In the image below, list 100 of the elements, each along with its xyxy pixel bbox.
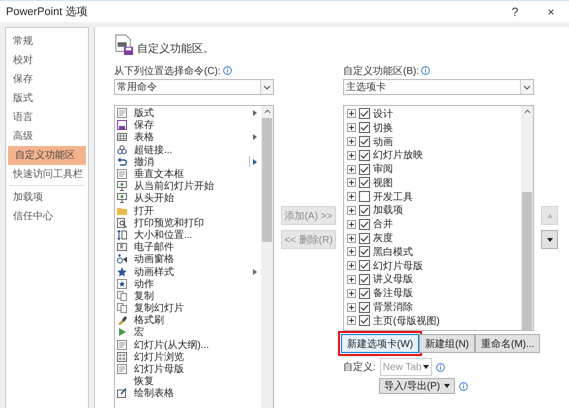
tab-item[interactable]: 合并: [373, 217, 393, 232]
checkbox[interactable]: [359, 288, 370, 299]
command-item[interactable]: 垂直文本框: [115, 168, 261, 180]
checkbox[interactable]: [359, 232, 370, 244]
ribbon-dropdown[interactable]: 主选项卡: [343, 79, 534, 95]
action-button[interactable]: 新建选项卡(W): [341, 334, 420, 353]
sidebar-item[interactable]: 快速访问工具栏: [6, 165, 88, 184]
sidebar-item[interactable]: 信任中心: [6, 207, 88, 226]
slide-icon: [117, 193, 127, 204]
command-item[interactable]: 格式刷: [115, 314, 261, 326]
sidebar-item[interactable]: 保存: [6, 70, 88, 89]
command-item[interactable]: 大小和位置...: [115, 228, 261, 242]
sidebar-item[interactable]: 加载项: [6, 188, 88, 207]
tab-item[interactable]: 黑白模式: [373, 244, 413, 259]
command-item[interactable]: 超链接...: [115, 144, 261, 156]
command-item[interactable]: 幻灯片母版: [115, 362, 261, 376]
command-item[interactable]: 打开: [115, 204, 261, 217]
import-export-button[interactable]: 导入/导出(P): [379, 378, 456, 394]
commands-dropdown[interactable]: 常用命令: [114, 79, 274, 95]
expand-icon[interactable]: [347, 288, 356, 298]
doc-icon: [117, 340, 127, 350]
tab-item[interactable]: 设计: [373, 106, 393, 121]
expand-icon[interactable]: [347, 274, 356, 284]
move-down-button[interactable]: [541, 230, 558, 249]
command-item[interactable]: 保存: [115, 119, 261, 132]
checkbox[interactable]: [359, 177, 370, 188]
tab-item[interactable]: 备注母版: [373, 286, 413, 300]
command-item[interactable]: 撤消: [115, 156, 261, 168]
expand-icon[interactable]: [347, 150, 356, 160]
expand-icon[interactable]: [347, 178, 356, 188]
tab-item[interactable]: 灰度: [373, 231, 393, 246]
command-item[interactable]: 版式: [115, 107, 261, 120]
checkbox[interactable]: [359, 136, 370, 147]
command-item[interactable]: 复制: [115, 290, 261, 302]
sidebar-item[interactable]: 语言: [6, 108, 88, 127]
checkbox[interactable]: [359, 204, 370, 216]
checkbox[interactable]: [359, 315, 370, 326]
expand-icon[interactable]: [347, 123, 356, 132]
help-button[interactable]: ?: [497, 2, 533, 22]
close-button[interactable]: ×: [533, 2, 569, 22]
command-item[interactable]: 绘制表格: [115, 387, 261, 400]
checkbox[interactable]: [359, 246, 370, 258]
tab-item[interactable]: 幻灯片母版: [373, 258, 423, 273]
action-button[interactable]: 新建组(N): [419, 334, 475, 353]
checkbox[interactable]: [359, 191, 370, 202]
checkbox[interactable]: [359, 164, 370, 175]
command-item[interactable]: 打印预览和打印: [115, 216, 261, 229]
command-item[interactable]: 宏: [115, 326, 261, 339]
command-item[interactable]: 幻灯片浏览: [115, 350, 261, 363]
scrollbar[interactable]: [521, 106, 533, 330]
commands-label: 从下列位置选择命令(C):: [114, 64, 221, 78]
checkbox[interactable]: [359, 274, 370, 285]
command-item[interactable]: 动作: [115, 278, 261, 290]
expand-icon[interactable]: [347, 316, 356, 326]
tab-item[interactable]: 幻灯片放映: [373, 148, 423, 162]
tab-item[interactable]: 视图: [373, 176, 393, 190]
copy-icon: [117, 290, 127, 301]
command-item[interactable]: 复制幻灯片: [115, 302, 261, 314]
tab-item[interactable]: 审阅: [373, 162, 393, 176]
sidebar-item[interactable]: 校对: [6, 51, 88, 70]
expand-icon[interactable]: [347, 192, 356, 202]
tab-item[interactable]: 主页(母版视图): [373, 314, 440, 328]
expand-icon[interactable]: [347, 109, 356, 118]
expand-icon[interactable]: [347, 234, 356, 243]
tab-item[interactable]: 动画: [373, 134, 393, 148]
checkbox[interactable]: [359, 218, 370, 230]
command-item[interactable]: 恢复: [115, 375, 261, 388]
tab-item[interactable]: 加载项: [373, 203, 403, 218]
sidebar-item[interactable]: 版式: [6, 89, 88, 108]
command-item[interactable]: 表格: [115, 131, 261, 144]
expand-icon[interactable]: [347, 220, 356, 229]
tab-item[interactable]: 切换: [373, 120, 393, 135]
checkbox[interactable]: [359, 150, 370, 161]
command-item[interactable]: 从当前幻灯片开始: [115, 180, 261, 192]
sidebar-item[interactable]: 常规: [6, 32, 88, 51]
checkbox[interactable]: [359, 260, 370, 272]
command-item[interactable]: 电子邮件: [115, 241, 261, 254]
expand-icon[interactable]: [347, 302, 356, 312]
scroll-thumb[interactable]: [262, 118, 272, 242]
tab-item[interactable]: 讲义母版: [373, 272, 413, 286]
expand-icon[interactable]: [347, 247, 356, 256]
command-item[interactable]: 动画窗格: [115, 253, 261, 266]
expand-icon[interactable]: [347, 261, 356, 270]
expand-icon[interactable]: [347, 136, 356, 146]
expand-icon[interactable]: [347, 206, 356, 215]
sidebar-item[interactable]: 自定义功能区: [8, 146, 86, 165]
scrollbar[interactable]: [261, 106, 273, 408]
scroll-thumb[interactable]: [522, 192, 532, 330]
action-button[interactable]: 重命名(M)...: [475, 334, 540, 353]
checkbox[interactable]: [359, 108, 370, 120]
command-item[interactable]: 动画样式: [115, 265, 261, 278]
tab-item[interactable]: 背景消除: [373, 300, 413, 314]
scroll-up-icon: [264, 109, 270, 114]
expand-icon[interactable]: [347, 164, 356, 174]
command-item[interactable]: 从头开始: [115, 192, 261, 204]
checkbox[interactable]: [359, 122, 370, 134]
sidebar-item[interactable]: 高级: [6, 127, 88, 146]
tab-item[interactable]: 开发工具: [373, 190, 413, 204]
checkbox[interactable]: [359, 302, 370, 313]
command-item[interactable]: 幻灯片(从大纲)...: [115, 338, 261, 351]
